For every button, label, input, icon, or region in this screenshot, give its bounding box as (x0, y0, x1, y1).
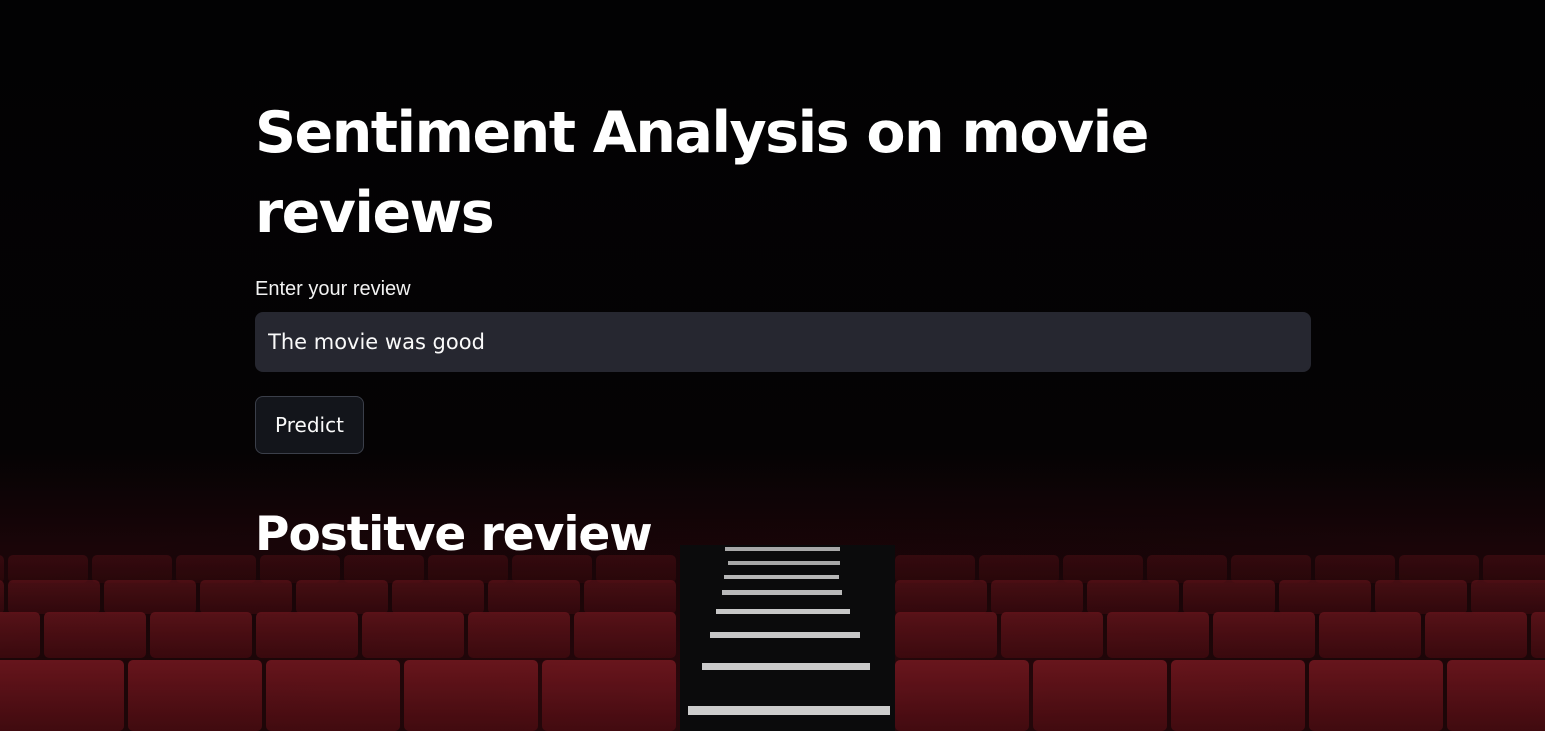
prediction-result: Postitve review (255, 507, 653, 562)
predict-button[interactable]: Predict (255, 396, 364, 454)
page-title: Sentiment Analysis on movie reviews (255, 100, 1149, 246)
review-input[interactable] (255, 312, 1311, 372)
review-input-label: Enter your review (255, 278, 411, 300)
